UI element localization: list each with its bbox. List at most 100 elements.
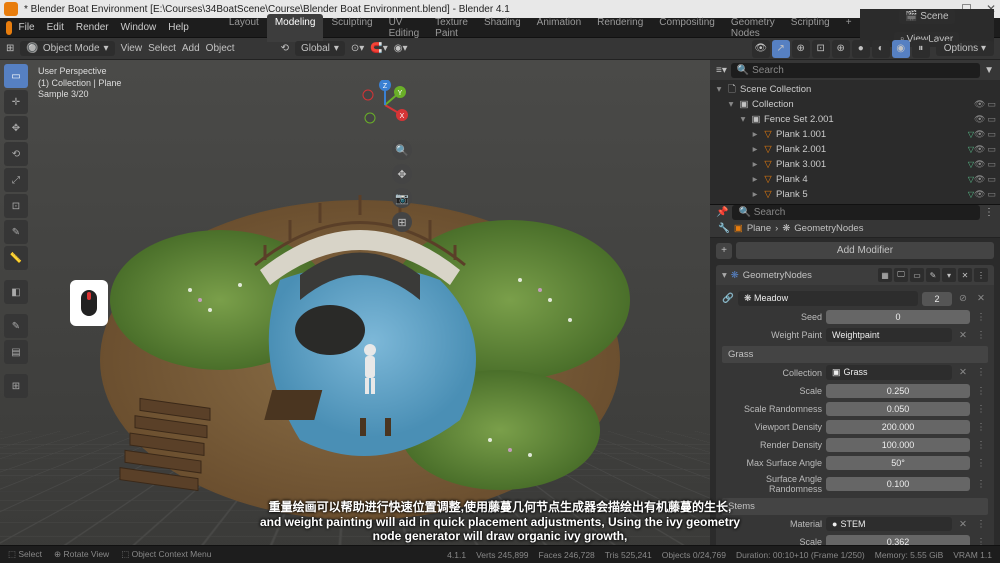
header-view[interactable]: View [121, 43, 143, 54]
proportional-icon[interactable]: ◉▾ [394, 43, 408, 54]
outliner-row[interactable]: ▸▽Plank 3.001▽👁▭ [710, 157, 1000, 172]
header-add[interactable]: Add [182, 43, 200, 54]
link-icon[interactable]: 🔗 [722, 293, 734, 304]
nav-gizmo[interactable]: X Y Z [360, 80, 410, 130]
property-value[interactable]: 0.250 [826, 384, 970, 398]
prop-menu-icon[interactable]: ⋮ [974, 404, 988, 415]
outliner-row[interactable]: ▸▽Plank 5▽👁▭ [710, 187, 1000, 202]
property-value[interactable]: 100.000 [826, 438, 970, 452]
prop-menu-icon[interactable]: ⋮ [974, 330, 988, 341]
tool-cursor[interactable]: ✛ [4, 90, 28, 114]
prop-menu-icon[interactable]: ⋮ [974, 519, 988, 530]
pin-icon[interactable]: 📌 [716, 207, 728, 218]
tool-scale[interactable]: ⤢ [4, 168, 28, 192]
header-object[interactable]: Object [206, 43, 235, 54]
property-value[interactable]: ▣Grass [826, 365, 952, 380]
crumb-object[interactable]: Plane [747, 223, 771, 234]
addon-tool-3[interactable]: ⊞ [4, 374, 28, 398]
property-value[interactable]: Weightpaint [826, 328, 952, 342]
prop-menu-icon[interactable]: ⋮ [974, 367, 988, 378]
nodegroup-unlink-icon[interactable]: ⊘ [956, 293, 970, 304]
shading-rendered-icon[interactable]: ◉ [892, 40, 910, 58]
tool-transform[interactable]: ⊡ [4, 194, 28, 218]
property-value[interactable]: 50° [826, 456, 970, 470]
outliner-search-input[interactable]: 🔍 Search [731, 63, 980, 78]
orientation-dropdown[interactable]: Global ▾ [295, 41, 345, 56]
zoom-icon[interactable]: 🔍 [392, 140, 412, 160]
blender-icon[interactable] [6, 21, 12, 35]
pivot-icon[interactable]: ⊙▾ [351, 43, 364, 54]
modifier-name[interactable]: GeometryNodes [743, 270, 812, 281]
mod-toggle-3[interactable]: ▭ [910, 268, 924, 282]
crumb-node[interactable]: GeometryNodes [794, 223, 863, 234]
property-value[interactable]: ●STEM [826, 517, 952, 531]
menu-render[interactable]: Render [76, 22, 109, 33]
property-value[interactable]: 0.100 [826, 477, 970, 491]
prop-menu-icon[interactable]: ⋮ [974, 479, 988, 490]
selectability-icon[interactable]: 👁 [752, 40, 770, 58]
outliner-row[interactable]: ▸▽Plank 1.001▽👁▭ [710, 127, 1000, 142]
shading-wireframe-icon[interactable]: ⊕ [832, 40, 850, 58]
disclosure-icon[interactable]: ▾ [722, 270, 727, 281]
tool-measure[interactable]: 📏 [4, 246, 28, 270]
prop-menu-icon[interactable]: ⋮ [974, 440, 988, 451]
grass-section-header[interactable]: Grass [722, 346, 988, 363]
xray-icon[interactable]: ⊡ [812, 40, 830, 58]
tab-texpaint[interactable]: Texture Paint [427, 14, 476, 42]
tab-shading[interactable]: Shading [476, 14, 529, 42]
properties-search-input[interactable]: 🔍 Search [732, 205, 980, 220]
tool-select[interactable]: ▭ [4, 64, 28, 88]
header-select[interactable]: Select [148, 43, 176, 54]
outliner-row[interactable]: ▾▣Fence Set 2.001👁▭ [710, 112, 1000, 127]
nodegroup-x-icon[interactable]: ✕ [974, 293, 988, 304]
prop-menu-icon[interactable]: ⋮ [974, 458, 988, 469]
outliner-root[interactable]: ▾🗋Scene Collection [710, 82, 1000, 97]
outliner-row[interactable]: ▸▽Plank 4▽👁▭ [710, 172, 1000, 187]
orientation-icon[interactable]: ⟲ [281, 43, 289, 54]
scene-selector[interactable]: 🎬 Scene [899, 9, 955, 24]
tab-animation[interactable]: Animation [529, 14, 589, 42]
tab-scripting[interactable]: Scripting [783, 14, 838, 42]
camera-icon[interactable]: 📷 [392, 188, 412, 208]
property-value[interactable]: 0 [826, 310, 970, 324]
shading-solid-icon[interactable]: ● [852, 40, 870, 58]
snap-icon[interactable]: 🧲▾ [370, 43, 387, 54]
perspective-icon[interactable]: ⊞ [392, 212, 412, 232]
property-value[interactable]: 0.050 [826, 402, 970, 416]
add-modifier-button[interactable]: Add Modifier [736, 242, 994, 259]
prop-menu-icon[interactable]: ⋮ [974, 386, 988, 397]
menu-window[interactable]: Window [121, 22, 157, 33]
plus-icon[interactable]: + [716, 243, 732, 259]
addon-tool-2[interactable]: ▤ [4, 340, 28, 364]
options-icon[interactable]: ⋮ [984, 207, 994, 218]
nodegroup-field[interactable]: ❋ Meadow [738, 291, 918, 306]
overlay-toggle-icon[interactable]: ⊕ [792, 40, 810, 58]
property-value[interactable]: 200.000 [826, 420, 970, 434]
prop-menu-icon[interactable]: ⋮ [974, 312, 988, 323]
wrench-icon[interactable]: 🔧 [718, 223, 730, 234]
outliner-tree[interactable]: ▾🗋Scene Collection ▾▣Collection👁▭▾▣Fence… [710, 80, 1000, 205]
menu-file[interactable]: File [18, 22, 34, 33]
mod-extras[interactable]: ⋮ [974, 268, 988, 282]
menu-help[interactable]: Help [168, 22, 189, 33]
tool-addcube[interactable]: ◧ [4, 280, 28, 304]
mod-toggle-5[interactable]: ▾ [942, 268, 956, 282]
tab-rendering[interactable]: Rendering [589, 14, 651, 42]
mod-toggle-1[interactable]: ▦ [878, 268, 892, 282]
mod-toggle-2[interactable]: 🖵 [894, 268, 908, 282]
menu-edit[interactable]: Edit [47, 22, 64, 33]
tab-sculpting[interactable]: Sculpting [323, 14, 380, 42]
mod-toggle-4[interactable]: ✎ [926, 268, 940, 282]
editor-type-icon[interactable]: ⊞ [6, 43, 14, 54]
stems-section-header[interactable]: Stems [722, 498, 988, 515]
outliner-row[interactable]: ▸▽Plank 2.001▽👁▭ [710, 142, 1000, 157]
options-dropdown[interactable]: Options ▾ [936, 41, 994, 56]
outliner-type-icon[interactable]: ≡▾ [716, 65, 727, 76]
tab-compositing[interactable]: Compositing [651, 14, 723, 42]
shading-matprev-icon[interactable]: ◐ [872, 40, 890, 58]
viewport-3d[interactable]: ▭ ✛ ✥ ⟲ ⤢ ⊡ ✎ 📏 ◧ ✎ ▤ ⊞ User Perspective… [0, 60, 710, 563]
tool-move[interactable]: ✥ [4, 116, 28, 140]
tab-add[interactable]: + [838, 14, 860, 42]
tool-annotate[interactable]: ✎ [4, 220, 28, 244]
modifier-header[interactable]: ▾ ❋ GeometryNodes ▦ 🖵 ▭ ✎ ▾ ✕ ⋮ [716, 265, 994, 285]
